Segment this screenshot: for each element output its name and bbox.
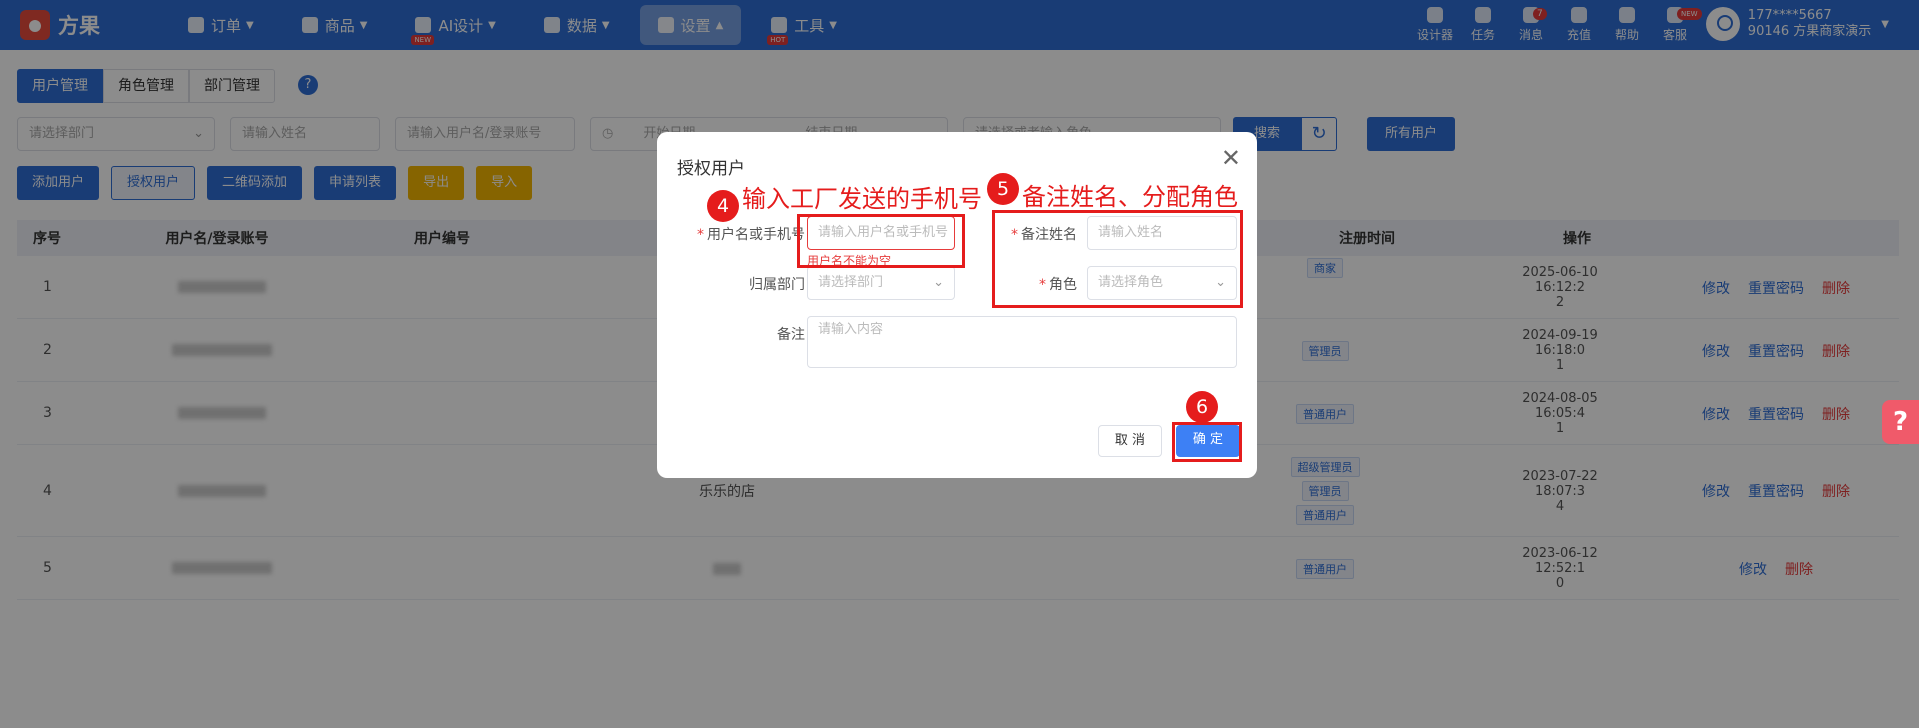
department-select-placeholder: 请选择部门 <box>818 275 884 290</box>
department-label: 归属部门 <box>749 277 805 293</box>
step-6-marker: 6 <box>1186 391 1218 423</box>
note-textarea[interactable]: 请输入内容 <box>807 316 1237 368</box>
step-5-marker: 5 <box>987 173 1019 205</box>
username-highlight-box <box>797 214 965 268</box>
username-label-text: 用户名或手机号 <box>707 227 805 243</box>
step-5-instruction: 备注姓名、分配角色 <box>1022 183 1238 211</box>
step-4-marker: 4 <box>707 190 739 222</box>
department-select[interactable]: 请选择部门 ⌄ <box>807 266 955 300</box>
confirm-highlight-box <box>1172 422 1242 462</box>
name-role-highlight-box <box>992 210 1243 308</box>
username-label: * 用户名或手机号 <box>675 224 805 244</box>
required-mark: * <box>697 227 704 243</box>
chevron-down-icon: ⌄ <box>933 275 944 290</box>
dialog-title: 授权用户 <box>677 159 745 179</box>
close-icon[interactable]: ✕ <box>1221 144 1241 172</box>
note-label: 备注 <box>777 327 805 343</box>
step-4-instruction: 输入工厂发送的手机号 <box>742 185 982 213</box>
cancel-button[interactable]: 取 消 <box>1098 425 1162 457</box>
floating-help-icon[interactable]: ? <box>1882 400 1919 444</box>
